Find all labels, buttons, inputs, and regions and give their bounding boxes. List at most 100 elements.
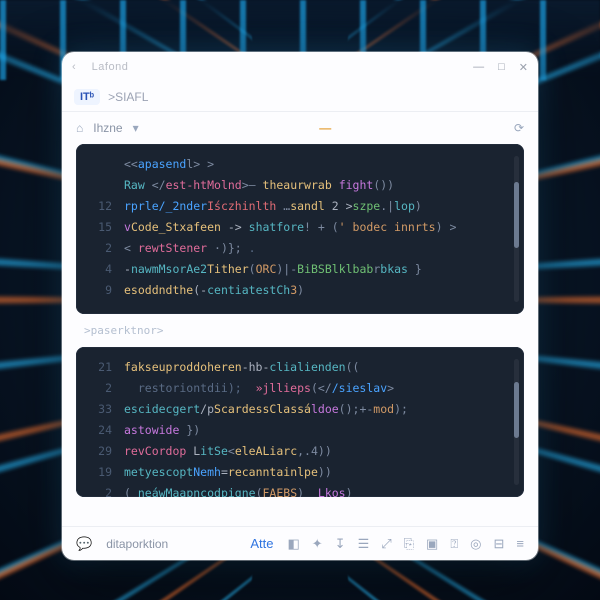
code-token: v [124,217,131,238]
terminal-prompt[interactable]: >paserktnor> [76,322,524,339]
code-token: »jllieps [256,378,311,399]
code-token: revCordop [124,441,186,462]
code-token: (- [193,280,207,301]
status-icon[interactable]: ◧ [287,536,299,552]
nav-back-button[interactable]: ‹ [72,61,76,73]
status-icon[interactable]: ✦ [312,536,323,552]
code-token: < [124,238,138,259]
line-number [86,154,112,175]
code-token: }) [179,420,200,441]
line-number: 15 [86,217,112,238]
status-icon[interactable]: ⤢ [381,536,391,552]
code-token: . [242,238,256,259]
code-line[interactable]: 2 restoriontdii); »jllieps(<//sieslav> [86,378,510,399]
code-token: astowide [124,420,179,441]
code-token: >— [242,175,263,196]
code-token: Lkos [318,483,346,497]
code-token: .| [380,196,394,217]
status-icon[interactable]: ▣ [426,536,438,552]
line-number: 4 [86,259,112,280]
window-close-button[interactable]: ✕ [519,61,528,74]
line-number: 12 [86,196,112,217]
code-token: shatfore [249,217,304,238]
code-token: clialienden [269,357,345,378]
code-token: L [186,441,200,462]
scrollbar[interactable] [514,156,519,302]
line-number: 29 [86,441,112,462]
breadcrumb[interactable]: >SIAFL [108,90,148,104]
code-token: Nemh [193,462,221,483]
code-token: ' bodec innrts [339,217,436,238]
code-token: metyescopt [124,462,193,483]
code-token: 3 [290,280,297,301]
status-icon[interactable]: ◎ [470,536,481,552]
code-line[interactable]: 2( neáwMaapncodpigne(FAEBS) Lkos) [86,483,510,497]
code-editor-bottom[interactable]: 21fakseuproddoheren-hb-clialienden((2 re… [76,347,524,497]
code-token: ( [249,259,256,280]
refresh-icon[interactable]: ⟳ [514,121,524,135]
code-token: (( [346,357,360,378]
code-token: restoriontdii); [124,378,256,399]
code-token: mod [373,399,394,420]
status-icon[interactable]: ⎘ [404,536,414,552]
window-maximize-button[interactable]: □ [498,61,505,74]
code-line[interactable]: 29revCordop LitSe<eleALiarc,.4)) [86,441,510,462]
line-number: 2 [86,238,112,259]
code-token: l> > [186,154,214,175]
code-line[interactable]: 4-nawmMsorAe2Tither(ORC)|-BiBSBlklbabrbk… [86,259,510,280]
line-number [86,175,112,196]
app-window: ‹ Lafond — □ ✕ ITᵇ >SIAFL ⌂ Ihzne ▾ — ⟳ … [62,52,538,560]
home-label[interactable]: Ihzne [93,121,122,135]
code-line[interactable]: <<apasendl> > [86,154,510,175]
home-icon[interactable]: ⌂ [76,121,83,135]
code-token: FAEBS [263,483,298,497]
status-icon[interactable]: ↧ [335,536,346,552]
code-token: rprle/_2nder [124,196,207,217]
window-minimize-button[interactable]: — [473,61,484,74]
code-line[interactable]: 2 < rewtStener ·)}; . [86,238,510,259]
code-line[interactable]: 21fakseuproddoheren-hb-clialienden(( [86,357,510,378]
code-token: </ [152,175,166,196]
status-icon[interactable]: ⍰ [450,536,458,552]
code-line[interactable]: 12rprle/_2nderIśczhinlth …sandl 2 >szpe.… [86,196,510,217]
code-line[interactable]: 9esoddndthe(-centiatestCh3) [86,280,510,301]
app-badge[interactable]: ITᵇ [74,89,100,105]
status-icon[interactable]: ≡ [516,536,524,552]
code-token: lop [394,196,415,217]
code-token: apasend [138,154,186,175]
status-label: ditaporktion [106,537,168,551]
line-number: 19 [86,462,112,483]
code-token: escidecgert [124,399,200,420]
code-token: est-htMolnd [166,175,242,196]
code-editor-top[interactable]: <<apasendl> >Raw </est-htMolnd>— theaurw… [76,144,524,314]
line-number: 24 [86,420,112,441]
code-token: ) [415,196,422,217]
code-line[interactable]: 19metyescoptNemh=recanntainlpe)) [86,462,510,483]
window-title: Lafond [92,61,129,73]
scrollbar[interactable] [514,359,519,485]
code-line[interactable]: Raw </est-htMolnd>— theaurwrab fight()) [86,175,510,196]
line-number: 33 [86,399,112,420]
code-line[interactable]: 15vCode_Stxafeen -> shatfore! + (' bodec… [86,217,510,238]
chat-icon[interactable]: 💬 [76,536,92,552]
code-token: rewtStener [138,238,207,259]
code-token: ScardessClassá [214,399,311,420]
status-icon[interactable]: ⊟ [494,536,505,552]
code-token: fight [339,175,374,196]
chevron-down-icon[interactable]: ▾ [133,121,139,135]
code-token: szpe [353,196,381,217]
code-token: nawmMsorAe2 [131,259,207,280]
code-token: ·)}; [207,238,242,259]
code-token: ();+- [339,399,374,420]
status-icon[interactable]: ☰ [358,536,370,552]
code-token: ); [394,399,408,420]
code-line[interactable]: 24 astowide }) [86,420,510,441]
code-token: itSe [200,441,228,462]
atte-button[interactable]: Atte [250,536,273,551]
code-token: Code_Stxafeen [131,217,221,238]
code-token: eleALiarc [235,441,297,462]
subtoolbar: ⌂ Ihzne ▾ — ⟳ [62,112,538,144]
code-line[interactable]: 33escidecgert/pScardessClassáldoe();+-mo… [86,399,510,420]
code-token: ) [297,280,304,301]
code-token: (</ [311,378,332,399]
